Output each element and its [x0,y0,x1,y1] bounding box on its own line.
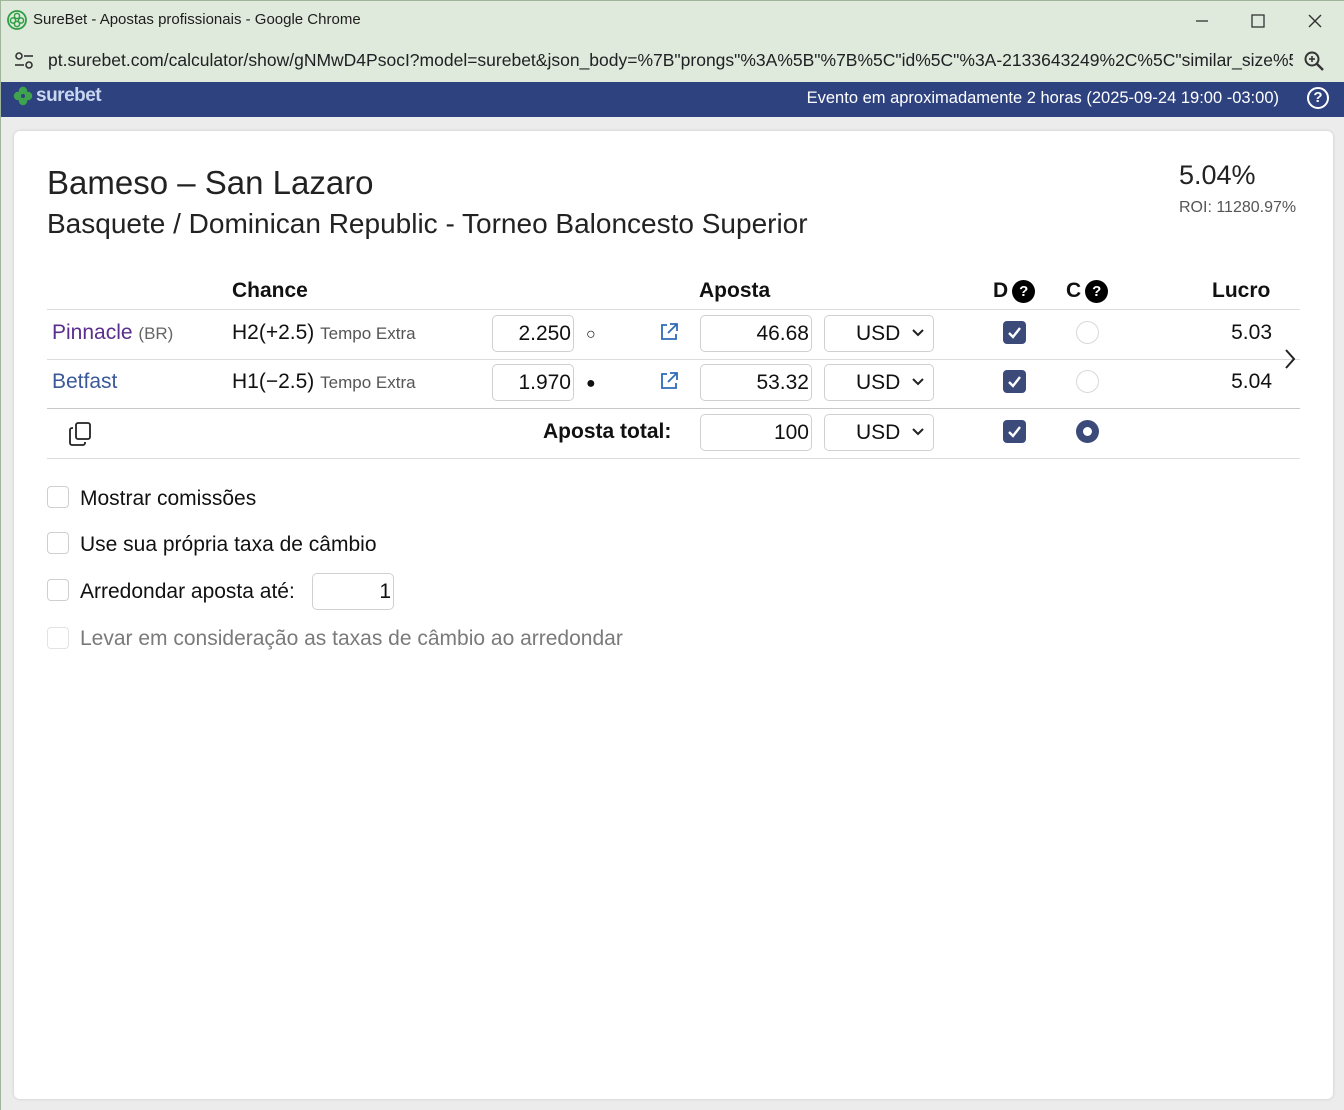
market-label: H2(+2.5) Tempo Extra [232,321,416,345]
total-stake-label: Aposta total: [543,420,672,443]
logo-clover-icon [13,86,33,106]
close-button[interactable] [1287,1,1343,40]
event-time: Evento em aproximadamente 2 horas (2025-… [806,89,1279,107]
header-d-label: D [993,279,1009,302]
bookmaker-name: Pinnacle [52,321,133,344]
stake-input[interactable]: 53.32 [700,364,812,401]
chevron-down-icon [912,378,924,386]
minimize-icon [1196,19,1208,22]
odds-marker[interactable]: ● [586,375,596,393]
divider [47,408,1300,409]
divider [47,359,1300,360]
round-rates-label: Levar em consideração as taxas de câmbio… [80,627,623,650]
total-d-checkbox[interactable] [1003,420,1026,443]
chevron-right-icon[interactable] [1282,347,1298,371]
odds-input[interactable]: 2.250 [492,315,574,352]
header-lucro: Lucro [1212,279,1271,302]
roi-value: ROI: 11280.97% [1179,199,1297,216]
chevron-down-icon [912,329,924,337]
zoom-icon[interactable] [1303,50,1325,72]
window-title: SureBet - Apostas profissionais - Google… [33,11,361,28]
chevron-down-icon [912,428,924,436]
profit-value: 5.03 [1231,321,1272,344]
total-currency-select[interactable]: USD [824,414,934,451]
total-stake-input[interactable]: 100 [700,414,812,451]
copy-icon[interactable] [68,421,94,447]
bookmaker-country: (BR) [138,324,174,343]
round-rates-checkbox[interactable] [47,627,69,649]
market-name: H2(+2.5) [232,321,315,344]
total-c-radio[interactable] [1076,420,1099,443]
header-c-label: C [1066,279,1082,302]
header-aposta: Aposta [699,279,771,302]
market-name: H1(−2.5) [232,370,315,393]
odds-marker[interactable]: ○ [586,326,596,344]
maximize-icon [1251,13,1265,28]
own-rate-checkbox[interactable] [47,532,69,554]
surebet-logo[interactable]: surebet [12,85,102,107]
minimize-button[interactable] [1174,1,1230,40]
bookmaker-name: Betfast [52,370,118,393]
checkmark-icon [1008,426,1021,438]
header-chance: Chance [232,279,308,302]
event-title: Bameso – San Lazaro [47,164,374,201]
event-subtitle: Basquete / Dominican Republic - Torneo B… [47,208,808,239]
c-radio[interactable] [1076,370,1099,393]
help-icon[interactable]: ? [1307,87,1329,109]
market-extra: Tempo Extra [320,373,416,392]
currency-select[interactable]: USD [824,364,934,401]
checkmark-icon [1008,376,1021,388]
round-value-input[interactable]: 1 [312,573,394,610]
browser-window: SureBet - Apostas profissionais - Google… [0,0,1344,1110]
divider [47,458,1300,459]
currency-value: USD [856,322,901,345]
odds-input[interactable]: 1.970 [492,364,574,401]
external-link-icon[interactable] [659,371,679,391]
d-checkbox[interactable] [1003,321,1026,344]
external-link-icon[interactable] [659,322,679,342]
checkmark-icon [1008,327,1021,339]
currency-value: USD [856,371,901,394]
currency-select[interactable]: USD [824,315,934,352]
stake-input[interactable]: 46.68 [700,315,812,352]
logo-text: surebet [36,85,102,106]
market-label: H1(−2.5) Tempo Extra [232,370,416,394]
url-field[interactable]: pt.surebet.com/calculator/show/gNMwD4Pso… [48,50,1293,71]
round-stake-label[interactable]: Arredondar aposta até: [80,580,295,604]
bookmaker-link-pinnacle[interactable]: Pinnacle (BR) [52,321,173,345]
header-c: C? [1066,279,1109,303]
c-radio[interactable] [1076,321,1099,344]
header-d: D? [993,279,1036,303]
profit-percent: 5.04% [1179,160,1256,190]
maximize-button[interactable] [1230,1,1286,40]
show-commissions-checkbox[interactable] [47,486,69,508]
bookmaker-link-betfast[interactable]: Betfast [52,370,117,394]
show-commissions-label[interactable]: Mostrar comissões [80,487,256,511]
market-extra: Tempo Extra [320,324,416,343]
currency-value: USD [856,421,901,444]
d-help-icon[interactable]: ? [1012,280,1036,303]
profit-value: 5.04 [1231,370,1272,393]
c-help-icon[interactable]: ? [1085,280,1109,303]
round-stake-checkbox[interactable] [47,579,69,601]
close-icon [1308,14,1322,27]
divider [47,309,1300,310]
surebet-favicon-icon [7,10,27,30]
site-info-icon[interactable] [13,51,35,71]
own-rate-label[interactable]: Use sua própria taxa de câmbio [80,533,377,557]
calculator-card [14,131,1333,1099]
d-checkbox[interactable] [1003,370,1026,393]
